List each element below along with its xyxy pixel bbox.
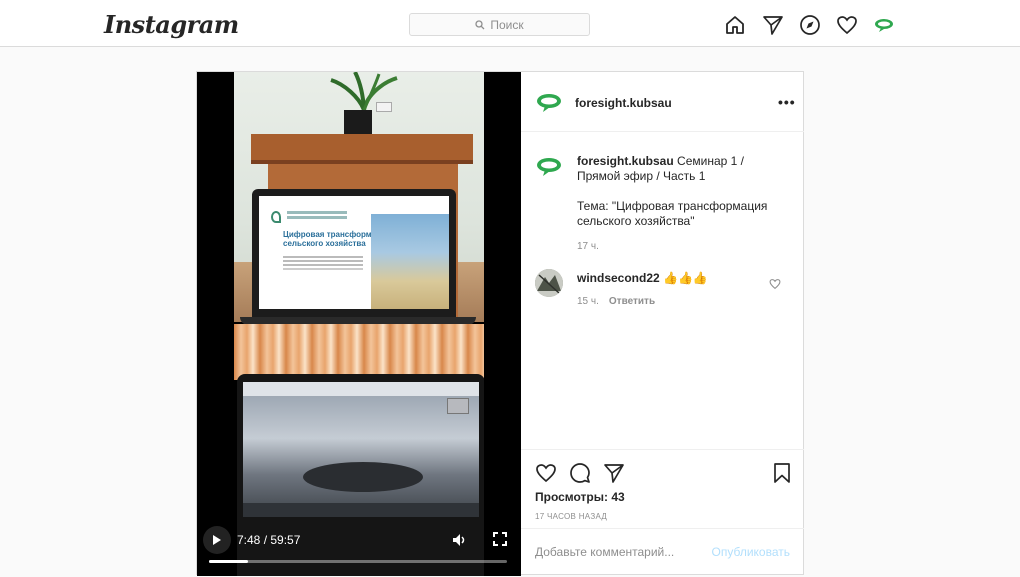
play-button[interactable] [203, 526, 231, 554]
laptop-presentation: Цифровая трансформация сельского хозяйст… [252, 189, 456, 317]
commenter-avatar[interactable] [535, 269, 563, 297]
publish-comment-button[interactable]: Опубликовать [712, 545, 790, 559]
caption-username[interactable]: foresight.kubsau [577, 154, 674, 168]
post-date: 17 ЧАСОВ НАЗАД [535, 512, 608, 521]
comment-like-heart-icon[interactable] [769, 277, 781, 290]
explore-compass-icon[interactable] [799, 14, 821, 36]
post-side-panel: foresight.kubsau ••• foresight.kubsau Се… [521, 72, 804, 576]
comment-timestamp: 15 ч. [577, 296, 599, 307]
views-count: Просмотры: 43 [535, 490, 625, 504]
add-comment-bar: Добавьте комментарий... Опубликовать [521, 528, 804, 576]
instagram-logo[interactable]: Instagram [104, 10, 239, 39]
volume-icon[interactable] [451, 532, 467, 548]
video-progress-bar[interactable] [209, 560, 507, 563]
caption-text-line2: Тема: "Цифровая трансформация сельского … [577, 199, 768, 228]
share-paper-plane-icon[interactable] [603, 462, 625, 484]
post-caption: foresight.kubsau Семинар 1 / Прямой эфир… [577, 154, 787, 254]
profile-avatar-icon[interactable] [873, 14, 895, 36]
reply-button[interactable]: Ответить [609, 296, 655, 307]
caption-avatar[interactable] [535, 152, 563, 180]
video-time: 7:48 / 59:57 [237, 533, 301, 547]
caption-timestamp: 17 ч. [577, 241, 599, 252]
comment: windsecond22 👍👍👍 [577, 271, 708, 285]
comment-meta: 15 ч. Ответить [577, 296, 655, 307]
author-avatar[interactable] [535, 88, 563, 116]
video-frame: Цифровая трансформация сельского хозяйст… [234, 72, 484, 576]
video-player[interactable]: Цифровая трансформация сельского хозяйст… [197, 72, 521, 576]
play-icon [213, 535, 221, 545]
more-options-icon[interactable]: ••• [778, 94, 796, 110]
comment-bubble-icon[interactable] [569, 462, 591, 484]
home-icon[interactable] [724, 14, 746, 36]
comment-emoji: 👍👍👍 [663, 271, 708, 285]
post-card: Цифровая трансформация сельского хозяйст… [196, 71, 804, 576]
save-bookmark-icon[interactable] [771, 462, 793, 484]
like-heart-icon[interactable] [535, 462, 557, 484]
direct-messages-icon[interactable] [762, 14, 784, 36]
post-header: foresight.kubsau ••• [521, 72, 804, 132]
search-input[interactable]: Поиск [409, 13, 590, 36]
post-actions: Просмотры: 43 17 ЧАСОВ НАЗАД [521, 449, 804, 529]
add-comment-input[interactable]: Добавьте комментарий... [535, 545, 674, 559]
top-navigation-bar: Instagram Поиск [0, 0, 1020, 47]
search-placeholder: Поиск [490, 17, 524, 32]
comment-username[interactable]: windsecond22 [577, 271, 660, 285]
activity-heart-icon[interactable] [836, 14, 858, 36]
fullscreen-icon[interactable] [493, 532, 507, 546]
video-controls: 7:48 / 59:57 [197, 516, 521, 576]
search-icon [475, 19, 485, 29]
author-username[interactable]: foresight.kubsau [575, 96, 672, 110]
video-progress-fill [209, 560, 248, 563]
